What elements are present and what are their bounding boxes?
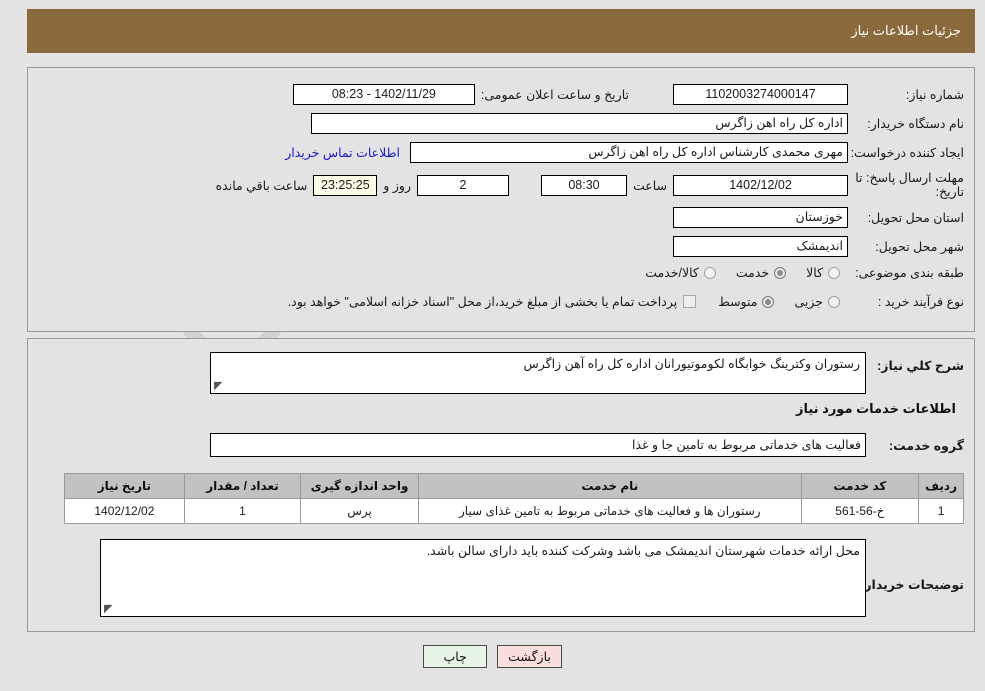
row-service-group: گروه خدمت: فعالیت های خدماتی مربوط به تا…	[210, 433, 964, 457]
col-unit: واحد اندازه گیری	[300, 473, 419, 499]
services-table: ردیف کد خدمت نام خدمت واحد اندازه گیری ت…	[64, 473, 964, 524]
row-buyer-notes: توضیحات خریدار: محل ارائه خدمات شهرستان …	[100, 539, 964, 617]
countdown-value: 23:25:25	[313, 174, 378, 196]
payment-note: پرداخت تمام یا بخشی از مبلغ خرید،از محل …	[287, 295, 678, 309]
city-label: شهر محل تحویل:	[875, 240, 964, 254]
buyer-org-value: اداره کل راه اهن زاگرس	[311, 113, 848, 134]
radio-category-kala[interactable]	[828, 266, 840, 279]
service-group-value: فعالیت های خدماتی مربوط به تامین جا و غذ…	[210, 433, 866, 457]
page-root: AriaTender.net جزئیات اطلاعات نیاز شماره…	[0, 0, 985, 691]
resize-grip-icon[interactable]: ◥	[104, 603, 112, 615]
countdown-suffix-label: ساعت باقي مانده	[215, 178, 308, 193]
deadline-time-value: 08:30	[540, 174, 627, 196]
radio-category-kala-khedmat-label: کالا/خدمت	[645, 266, 699, 280]
announce-label: تاریخ و ساعت اعلان عمومی:	[480, 88, 629, 102]
radio-category-kala-label: کالا	[806, 266, 823, 280]
category-label: طبقه بندی موضوعی:	[855, 266, 964, 280]
buyer-notes-label: توضیحات خریدار:	[860, 578, 964, 592]
need-number-label: شماره نیاز:	[905, 88, 964, 102]
days-suffix-label: روز و	[383, 178, 411, 193]
cell-name: رستوران ها و فعالیت های خدماتی مربوط به …	[417, 498, 802, 524]
row-province: استان محل تحویل: خوزستان	[673, 207, 964, 228]
creator-label: ایجاد کننده درخواست:	[850, 146, 964, 160]
back-button[interactable]: بازگشت	[497, 645, 562, 668]
col-name: نام خدمت	[417, 473, 802, 499]
description-value: رستوران وکترینگ خوابگاه لکوموتیورانان اد…	[523, 357, 860, 371]
row-process-type: نوع فرآیند خرید : جزیی متوسط پرداخت تمام…	[288, 294, 964, 309]
buyer-contact-link[interactable]: اطلاعات تماس خریدار	[285, 145, 400, 160]
col-radif: ردیف	[918, 473, 964, 499]
table-header-row: ردیف کد خدمت نام خدمت واحد اندازه گیری ت…	[64, 473, 964, 499]
buyer-notes-textarea[interactable]: محل ارائه خدمات شهرستان اندیمشک می باشد …	[100, 539, 866, 617]
radio-process-jozi-label: جزیی	[794, 295, 823, 309]
row-general-description: شرح کلي نیاز: رستوران وکترینگ خوابگاه لک…	[210, 352, 964, 394]
radio-process-jozi[interactable]	[828, 295, 840, 308]
services-section-title: اطلاعات خدمات مورد نیاز	[795, 401, 956, 416]
print-button[interactable]: چاپ	[423, 645, 488, 668]
hour-label: ساعت	[632, 178, 667, 193]
province-label: استان محل تحویل:	[867, 211, 964, 225]
buyer-org-label: نام دستگاه خریدار:	[867, 117, 964, 131]
treasury-bond-checkbox[interactable]	[683, 295, 697, 308]
radio-process-motevaset-label: متوسط	[718, 295, 758, 309]
radio-category-khedmat[interactable]	[774, 266, 787, 279]
radio-category-kala-khedmat[interactable]	[703, 266, 716, 279]
services-panel: شرح کلي نیاز: رستوران وکترینگ خوابگاه لک…	[27, 338, 975, 632]
days-remaining-value: 2	[416, 174, 509, 196]
col-quantity: تعداد / مقدار	[183, 473, 302, 499]
cell-quantity: 1	[183, 498, 302, 524]
row-need-number: شماره نیاز: 1102003274000147 تاریخ و ساع…	[292, 84, 964, 105]
row-category: طبقه بندی موضوعی: کالا خدمت کالا/خدمت	[645, 265, 964, 280]
announce-value: 1402/11/29 - 08:23	[292, 84, 475, 105]
cell-need-date: 1402/12/02	[64, 498, 185, 524]
row-city: شهر محل تحویل: اندیمشک	[673, 236, 964, 257]
description-label: شرح کلي نیاز:	[877, 359, 964, 373]
row-creator: ایجاد کننده درخواست: مهری محمدی کارشناس …	[285, 142, 964, 163]
row-buyer-org: نام دستگاه خریدار: اداره کل راه اهن زاگر…	[311, 113, 964, 134]
process-label: نوع فرآیند خرید :	[877, 295, 964, 309]
cell-unit: پرس	[300, 498, 419, 524]
footer-button-bar: بازگشت چاپ	[0, 645, 985, 668]
page-title: جزئیات اطلاعات نیاز	[851, 23, 961, 38]
deadline-label: مهلت ارسال پاسخ: تا تاریخ:	[855, 171, 964, 199]
cell-radif: 1	[918, 498, 964, 524]
need-info-panel: شماره نیاز: 1102003274000147 تاریخ و ساع…	[27, 67, 975, 332]
buyer-notes-value: محل ارائه خدمات شهرستان اندیمشک می باشد …	[426, 544, 860, 558]
resize-grip-icon[interactable]: ◥	[214, 380, 222, 392]
service-group-label: گروه خدمت:	[888, 438, 964, 453]
page-header-bar: جزئیات اطلاعات نیاز	[27, 9, 975, 53]
description-textarea[interactable]: رستوران وکترینگ خوابگاه لکوموتیورانان اد…	[210, 352, 866, 394]
col-need-date: تاریخ نیاز	[64, 473, 185, 499]
cell-code: خ-56-561	[800, 498, 920, 524]
need-number-value: 1102003274000147	[673, 84, 848, 105]
col-code: کد خدمت	[800, 473, 920, 499]
deadline-date-value: 1402/12/02	[673, 174, 848, 196]
province-value: خوزستان	[673, 207, 848, 228]
row-deadline: مهلت ارسال پاسخ: تا تاریخ: 1402/12/02 سا…	[216, 171, 964, 199]
radio-category-khedmat-label: خدمت	[735, 266, 770, 280]
radio-process-motevaset[interactable]	[762, 295, 775, 308]
creator-value: مهری محمدی کارشناس اداره کل راه اهن زاگر…	[410, 142, 848, 163]
city-value: اندیمشک	[673, 236, 848, 257]
table-row: 1 خ-56-561 رستوران ها و فعالیت های خدمات…	[64, 498, 964, 524]
